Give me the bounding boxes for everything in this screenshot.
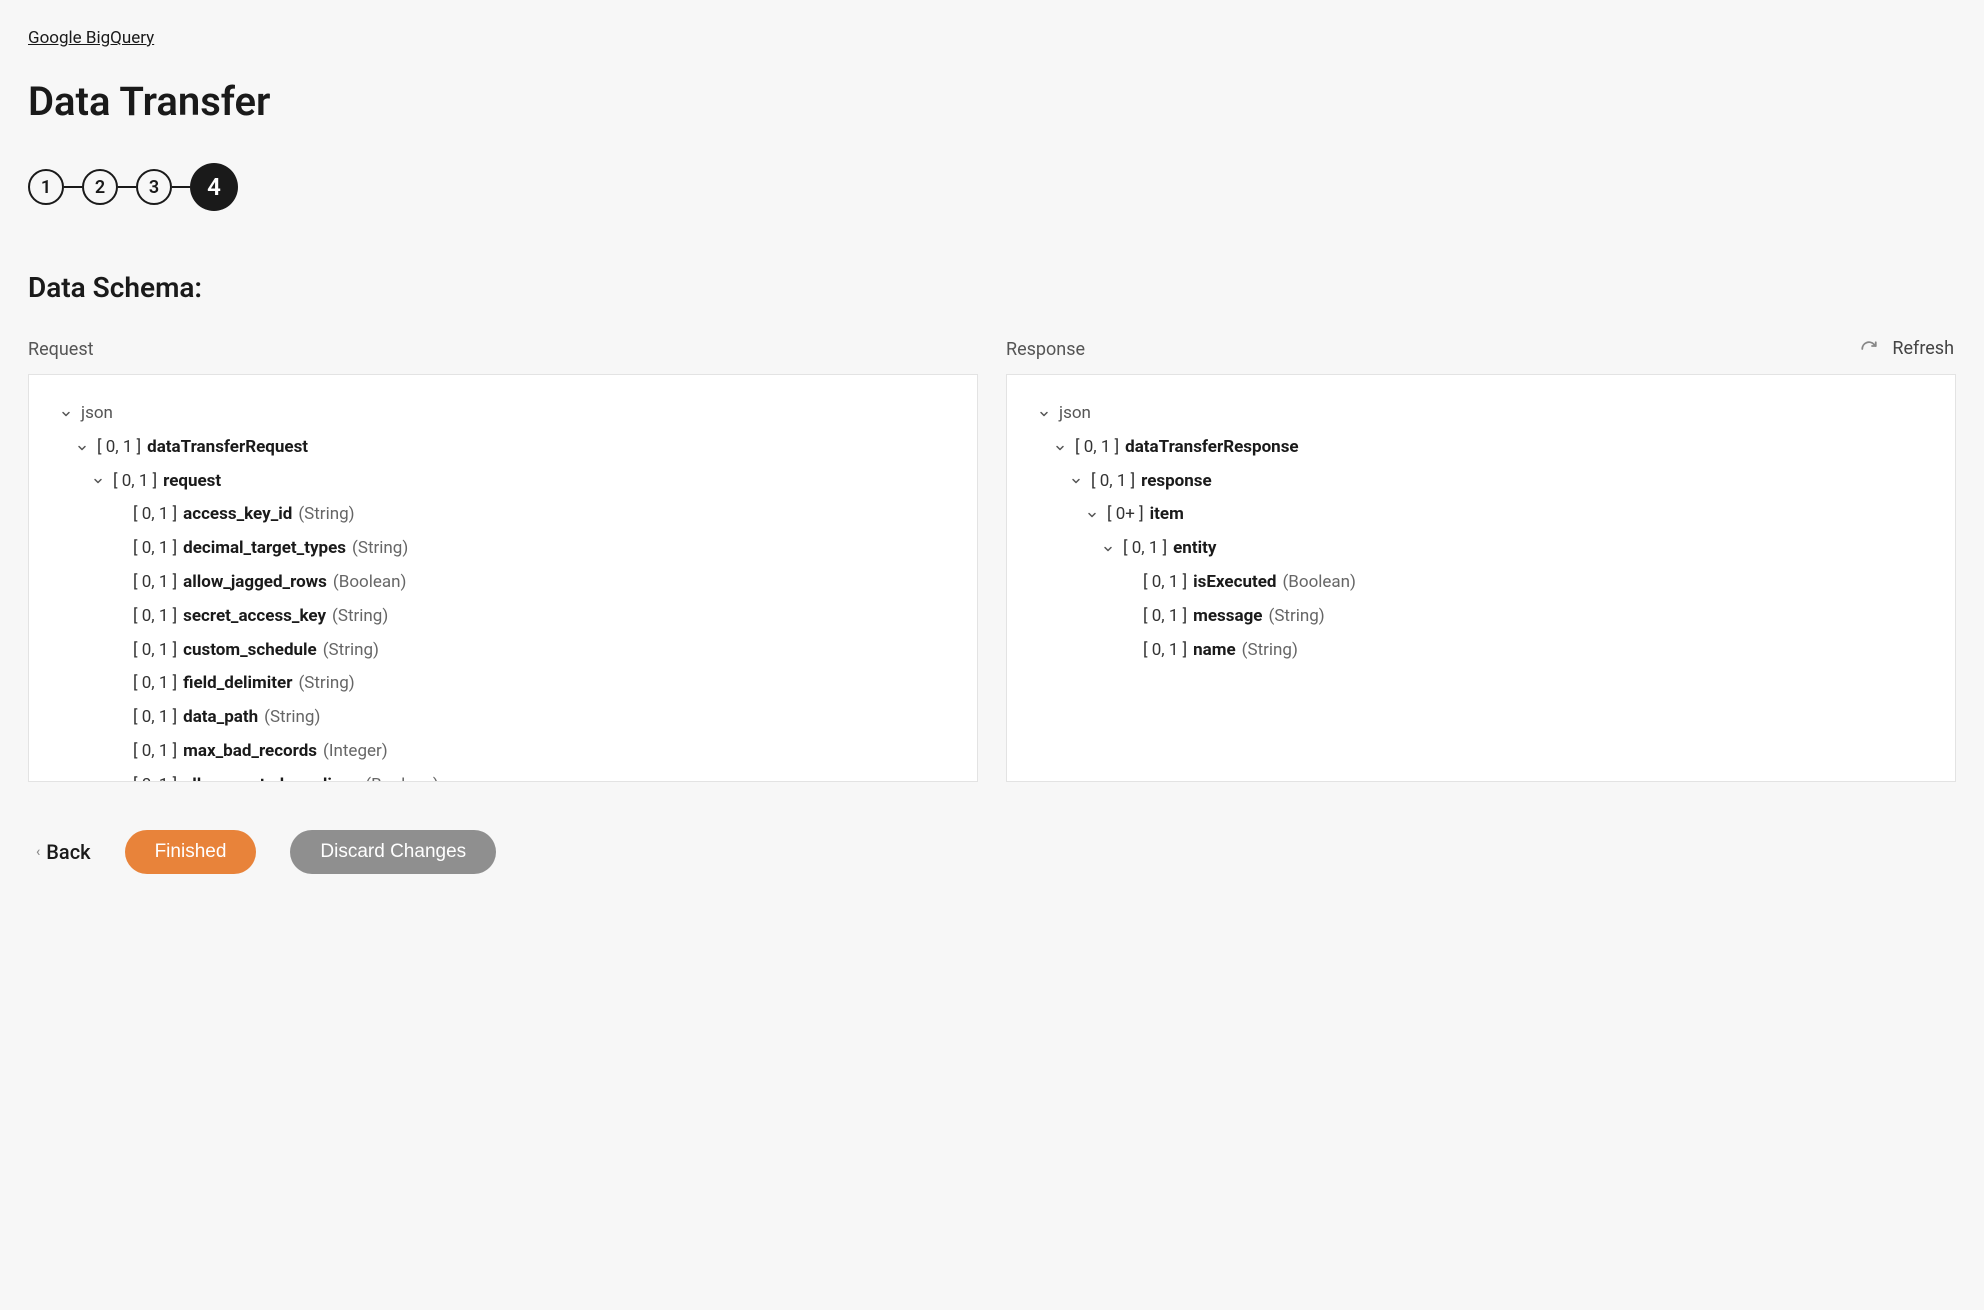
tree-node-type: (String) [352,537,408,561]
request-tree-node-dataTransferRequest[interactable]: [ 0, 1 ] dataTransferRequest [57,431,949,465]
tree-node-cardinality: [ 0, 1 ] [113,470,157,494]
tree-node-type: (Boolean) [333,571,407,595]
tree-node-name: decimal_target_types [183,537,346,561]
tree-node-name: data_path [183,706,258,730]
chevron-down-icon[interactable] [89,475,107,487]
response-tree-root[interactable]: json [1035,397,1927,431]
chevron-down-icon[interactable] [1099,543,1117,555]
tree-node-cardinality: [ 0, 1 ] [1123,537,1167,561]
tree-node-type: (String) [323,639,379,663]
response-tree-node-dataTransferResponse[interactable]: [ 0, 1 ] dataTransferResponse [1035,431,1927,465]
tree-node-type: (String) [332,605,388,629]
tree-node-cardinality: [ 0, 1 ] [133,639,177,663]
tree-node-cardinality: [ 0, 1 ] [133,740,177,764]
tree-node-cardinality: [ 0, 1 ] [133,774,177,782]
step-2[interactable]: 2 [82,169,118,205]
discard-button[interactable]: Discard Changes [290,830,496,874]
chevron-down-icon[interactable] [1067,475,1085,487]
request-tree-node-max_bad_records: [ 0, 1 ] max_bad_records (Integer) [57,735,949,769]
tree-node-type: (String) [298,503,354,527]
chevron-down-icon[interactable] [1051,442,1069,454]
tree-node-name: entity [1173,537,1216,561]
tree-node-name: secret_access_key [183,605,326,629]
response-panel-label: Response [1006,339,1956,360]
tree-node-name: dataTransferRequest [147,436,308,460]
chevron-down-icon[interactable] [1083,509,1101,521]
tree-node-type: (String) [264,706,320,730]
tree-node-type: (Integer) [323,740,388,764]
request-panel-label: Request [28,339,978,360]
response-tree-node-entity[interactable]: [ 0, 1 ] entity [1035,532,1927,566]
section-title: Data Schema: [28,271,1956,304]
tree-node-cardinality: [ 0, 1 ] [133,503,177,527]
step-4[interactable]: 4 [190,163,238,211]
step-3[interactable]: 3 [136,169,172,205]
response-tree-node-item[interactable]: [ 0+ ] item [1035,498,1927,532]
request-tree-node-secret_access_key: [ 0, 1 ] secret_access_key (String) [57,600,949,634]
tree-node-name: access_key_id [183,503,292,527]
chevron-left-icon: ‹ [36,844,40,860]
tree-node-cardinality: [ 0, 1 ] [1075,436,1119,460]
tree-node-cardinality: [ 0+ ] [1107,503,1144,527]
request-tree-root[interactable]: json [57,397,949,431]
response-tree-node-message: [ 0, 1 ] message (String) [1035,600,1927,634]
request-tree-node-decimal_target_types: [ 0, 1 ] decimal_target_types (String) [57,532,949,566]
chevron-down-icon[interactable] [73,442,91,454]
tree-node-cardinality: [ 0, 1 ] [133,706,177,730]
tree-node-name: request [163,470,221,494]
tree-node-cardinality: [ 0, 1 ] [133,537,177,561]
back-label: Back [46,840,90,864]
chevron-down-icon[interactable] [57,408,75,420]
tree-node-name: allow_jagged_rows [183,571,327,595]
tree-node-name: message [1193,605,1262,629]
tree-node-name: field_delimiter [183,672,292,696]
tree-root-label: json [81,402,113,426]
tree-node-type: (String) [298,672,354,696]
step-connector [172,186,190,188]
request-tree-node-request[interactable]: [ 0, 1 ] request [57,465,949,499]
finished-button[interactable]: Finished [125,830,257,874]
request-tree-node-allow_jagged_rows: [ 0, 1 ] allow_jagged_rows (Boolean) [57,566,949,600]
back-button[interactable]: ‹ Back [28,840,91,864]
tree-node-cardinality: [ 0, 1 ] [1091,470,1135,494]
step-connector [64,186,82,188]
tree-node-cardinality: [ 0, 1 ] [1143,639,1187,663]
tree-node-name: max_bad_records [183,740,317,764]
tree-node-cardinality: [ 0, 1 ] [97,436,141,460]
tree-node-cardinality: [ 0, 1 ] [1143,571,1187,595]
tree-node-cardinality: [ 0, 1 ] [1143,605,1187,629]
request-tree-node-custom_schedule: [ 0, 1 ] custom_schedule (String) [57,634,949,668]
tree-node-name: custom_schedule [183,639,317,663]
request-tree-node-data_path: [ 0, 1 ] data_path (String) [57,701,949,735]
request-tree-node-access_key_id: [ 0, 1 ] access_key_id (String) [57,498,949,532]
tree-node-type: (Boolean) [365,774,439,782]
tree-node-name: isExecuted [1193,571,1276,595]
response-tree-node-response[interactable]: [ 0, 1 ] response [1035,465,1927,499]
response-panel: json[ 0, 1 ] dataTransferResponse[ 0, 1 … [1006,374,1956,782]
tree-node-name: dataTransferResponse [1125,436,1299,460]
tree-node-name: allow_quoted_newlines [183,774,359,782]
request-tree-node-allow_quoted_newlines: [ 0, 1 ] allow_quoted_newlines (Boolean) [57,769,949,782]
tree-node-type: (String) [1242,639,1298,663]
stepper: 1234 [28,163,1956,211]
request-panel: json[ 0, 1 ] dataTransferRequest[ 0, 1 ]… [28,374,978,782]
tree-node-type: (String) [1269,605,1325,629]
tree-node-name: name [1193,639,1236,663]
tree-node-cardinality: [ 0, 1 ] [133,605,177,629]
response-tree-node-name: [ 0, 1 ] name (String) [1035,634,1927,668]
breadcrumb-link[interactable]: Google BigQuery [28,28,154,48]
request-tree-node-field_delimiter: [ 0, 1 ] field_delimiter (String) [57,667,949,701]
page-title: Data Transfer [28,78,1956,125]
response-tree-node-isExecuted: [ 0, 1 ] isExecuted (Boolean) [1035,566,1927,600]
step-connector [118,186,136,188]
chevron-down-icon[interactable] [1035,408,1053,420]
tree-node-cardinality: [ 0, 1 ] [133,571,177,595]
tree-node-name: item [1150,503,1184,527]
tree-root-label: json [1059,402,1091,426]
step-1[interactable]: 1 [28,169,64,205]
tree-node-name: response [1141,470,1212,494]
footer-actions: ‹ Back Finished Discard Changes [28,830,1956,874]
tree-node-cardinality: [ 0, 1 ] [133,672,177,696]
tree-node-type: (Boolean) [1282,571,1356,595]
